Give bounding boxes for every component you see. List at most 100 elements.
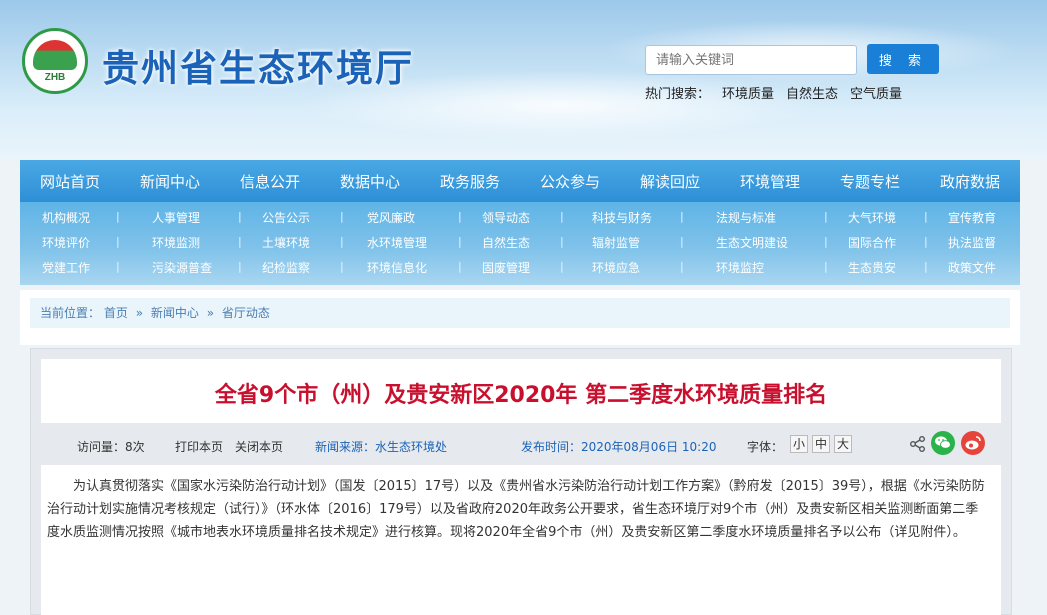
subnav-separator: | <box>824 210 828 223</box>
article-body: 为认真贯彻落实《国家水污染防治行动计划》（国发〔2015〕17号）以及《贵州省水… <box>41 465 1001 615</box>
close-link[interactable]: 关闭本页 <box>235 438 283 455</box>
wechat-icon[interactable] <box>931 431 955 455</box>
hot-keyword[interactable]: 空气质量 <box>850 83 902 102</box>
article-paragraph: 为认真贯彻落实《国家水污染防治行动计划》（国发〔2015〕17号）以及《贵州省水… <box>47 479 985 540</box>
nav-item-public[interactable]: 公众参与 <box>534 171 606 192</box>
search-button[interactable]: 搜 索 <box>867 44 939 74</box>
nav-item-interpret[interactable]: 解读回应 <box>634 171 706 192</box>
subnav-item[interactable]: 纪检监察 <box>262 259 310 276</box>
subnav-separator: | <box>458 235 462 248</box>
subnav-item[interactable]: 国际合作 <box>848 234 896 251</box>
article-meta: 访问量：8次 打印本页 关闭本页 新闻来源：水生态环境处 发布时间：2020年0… <box>41 431 1001 459</box>
share-icon[interactable] <box>909 435 927 453</box>
hot-search-label: 热门搜索： <box>645 87 711 102</box>
subnav-item[interactable]: 科技与财务 <box>592 209 652 226</box>
hot-search: 热门搜索： 环境质量 自然生态 空气质量 <box>645 83 902 102</box>
subnav-row: 机构概况 | 人事管理 | 公告公示 | 党风廉政 | 领导动态 | 科技与财务 | 法规与标准 | 大气环… <box>20 204 1020 229</box>
subnav-row: 党建工作 | 污染源普查 | 纪检监察 | 环境信息化 | 固废管理 | 环境应急 | 环境监控 | 生态贵… <box>20 254 1020 279</box>
subnav-separator: | <box>238 210 242 223</box>
font-size-label: 字体： <box>747 440 784 454</box>
subnav-separator: | <box>680 260 684 273</box>
breadcrumb-container: 当前位置： 首页 » 新闻中心 » 省厅动态 <box>20 290 1020 345</box>
logo-emblem-icon[interactable]: ZHB <box>22 28 88 94</box>
subnav-item[interactable]: 政策文件 <box>948 259 996 276</box>
breadcrumb-news[interactable]: 新闻中心 <box>151 306 199 320</box>
subnav-separator: | <box>824 260 828 273</box>
article-title: 全省9个市（州）及贵安新区2020年 第二季度水环境质量排名 <box>214 383 828 408</box>
news-source: 新闻来源：水生态环境处 <box>315 440 448 454</box>
nav-item-info[interactable]: 信息公开 <box>234 171 306 192</box>
subnav-item[interactable]: 污染源普查 <box>152 259 212 276</box>
subnav-separator: | <box>458 210 462 223</box>
subnav-item[interactable]: 土壤环境 <box>262 234 310 251</box>
subnav-item[interactable]: 水环境管理 <box>367 234 427 251</box>
subnav-item[interactable]: 人事管理 <box>152 209 200 226</box>
subnav-item[interactable]: 机构概况 <box>42 209 90 226</box>
subnav-item[interactable]: 法规与标准 <box>716 209 776 226</box>
subnav-item[interactable]: 领导动态 <box>482 209 530 226</box>
article-title-box: 全省9个市（州）及贵安新区2020年 第二季度水环境质量排名 <box>41 359 1001 423</box>
nav-item-env-mgmt[interactable]: 环境管理 <box>734 171 806 192</box>
breadcrumb-current[interactable]: 省厅动态 <box>222 306 270 320</box>
subnav-item[interactable]: 环境监控 <box>716 259 764 276</box>
subnav-item[interactable]: 环境应急 <box>592 259 640 276</box>
publish-time: 发布时间：2020年08月06日 10:20 <box>521 440 717 454</box>
subnav-separator: | <box>680 210 684 223</box>
subnav-item[interactable]: 环境评价 <box>42 234 90 251</box>
main-nav: 网站首页 新闻中心 信息公开 数据中心 政务服务 公众参与 解读回应 环境管理 … <box>20 160 1020 202</box>
breadcrumb-home[interactable]: 首页 <box>104 306 128 320</box>
subnav-item[interactable]: 党建工作 <box>42 259 90 276</box>
subnav-separator: | <box>924 260 928 273</box>
subnav-separator: | <box>340 260 344 273</box>
nav-item-data[interactable]: 数据中心 <box>334 171 406 192</box>
subnav-separator: | <box>116 210 120 223</box>
font-large-button[interactable]: 大 <box>834 435 852 453</box>
subnav-item[interactable]: 大气环境 <box>848 209 896 226</box>
nav-item-topics[interactable]: 专题专栏 <box>834 171 906 192</box>
subnav-separator: | <box>116 235 120 248</box>
logo-abbr: ZHB <box>44 71 66 83</box>
nav-item-gov-data[interactable]: 政府数据 <box>934 171 1006 192</box>
subnav-item[interactable]: 公告公示 <box>262 209 310 226</box>
subnav-separator: | <box>924 210 928 223</box>
subnav-separator: | <box>116 260 120 273</box>
breadcrumb-label: 当前位置： <box>40 306 101 320</box>
subnav-separator: | <box>238 235 242 248</box>
subnav-separator: | <box>560 235 564 248</box>
subnav-item[interactable]: 环境监测 <box>152 234 200 251</box>
font-small-button[interactable]: 小 <box>790 435 808 453</box>
nav-item-news[interactable]: 新闻中心 <box>134 171 206 192</box>
subnav-item[interactable]: 环境信息化 <box>367 259 427 276</box>
subnav-separator: | <box>560 210 564 223</box>
subnav-separator: | <box>824 235 828 248</box>
site-header: ZHB 贵州省生态环境厅 搜 索 热门搜索： 环境质量 自然生态 空气质量 <box>0 0 1047 160</box>
breadcrumb: 当前位置： 首页 » 新闻中心 » 省厅动态 <box>30 298 1010 328</box>
subnav-item[interactable]: 固废管理 <box>482 259 530 276</box>
breadcrumb-sep: » <box>135 306 144 320</box>
font-medium-button[interactable]: 中 <box>812 435 830 453</box>
hot-keyword[interactable]: 自然生态 <box>786 83 838 102</box>
print-link[interactable]: 打印本页 <box>175 438 223 455</box>
subnav-item[interactable]: 生态贵安 <box>848 259 896 276</box>
view-count: 访问量：8次 <box>77 440 145 454</box>
subnav-item[interactable]: 党风廉政 <box>367 209 415 226</box>
nav-item-services[interactable]: 政务服务 <box>434 171 506 192</box>
hot-keyword[interactable]: 环境质量 <box>722 83 774 102</box>
subnav-separator: | <box>680 235 684 248</box>
subnav-separator: | <box>924 235 928 248</box>
subnav-item[interactable]: 执法监督 <box>948 234 996 251</box>
subnav-item[interactable]: 生态文明建设 <box>716 234 788 251</box>
subnav-separator: | <box>340 235 344 248</box>
subnav-item[interactable]: 宣传教育 <box>948 209 996 226</box>
subnav-item[interactable]: 自然生态 <box>482 234 530 251</box>
weibo-icon[interactable] <box>961 431 985 455</box>
site-title[interactable]: 贵州省生态环境厅 <box>102 38 414 92</box>
nav-item-home[interactable]: 网站首页 <box>34 171 106 192</box>
subnav-row: 环境评价 | 环境监测 | 土壤环境 | 水环境管理 | 自然生态 | 辐射监管 | 生态文明建设 | 国际… <box>20 229 1020 254</box>
logo-emblem-center <box>33 39 77 70</box>
article-container: 全省9个市（州）及贵安新区2020年 第二季度水环境质量排名 访问量：8次 打印… <box>30 348 1012 615</box>
subnav-separator: | <box>458 260 462 273</box>
breadcrumb-sep: » <box>206 306 215 320</box>
search-input[interactable] <box>645 45 857 75</box>
subnav-item[interactable]: 辐射监管 <box>592 234 640 251</box>
